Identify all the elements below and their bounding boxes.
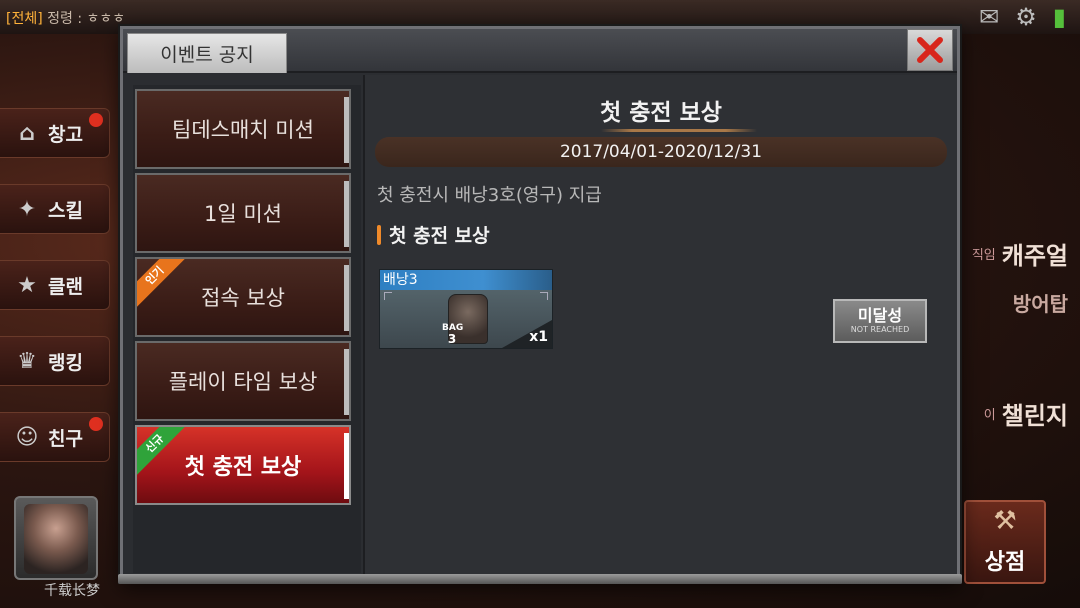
shop-button[interactable]: ⚒ 상점: [964, 500, 1046, 584]
mode-casual[interactable]: 직임 캐주얼: [960, 236, 1080, 271]
side-menu-warehouse[interactable]: ⌂ 창고: [0, 108, 110, 158]
rifle-icon: ⚒: [993, 506, 1017, 536]
tab-first-charge-reward[interactable]: 신규 첫 충전 보상: [135, 425, 351, 505]
new-ribbon: 신규: [137, 427, 190, 479]
tab-edge: [344, 265, 349, 331]
event-tab-list: 팀데스매치 미션 1일 미션 인기 접속 보상 플레이 타임 보상 신규 첫 충…: [133, 85, 361, 573]
warehouse-icon: ⌂: [19, 120, 35, 146]
section-heading: 첫 충전 보상: [377, 221, 490, 248]
card-corner: [384, 292, 392, 300]
section-heading-text: 첫 충전 보상: [389, 225, 490, 247]
tab-label: 접속 보상: [201, 286, 285, 310]
mode-challenge[interactable]: 이 챌린지: [960, 396, 1080, 431]
section-marker: [377, 224, 381, 245]
side-menu-ranking[interactable]: ♛ 랭킹: [0, 336, 110, 386]
clan-icon: ★: [17, 272, 37, 298]
mode-label: 캐주얼: [1001, 242, 1068, 270]
chat-line[interactable]: [전체] 정령 : ㅎㅎㅎ: [6, 8, 125, 28]
chat-channel-tag: [전체]: [6, 11, 43, 27]
mode-prefix: 직임: [971, 248, 996, 263]
side-menu-skill[interactable]: ✦ 스킬: [0, 184, 110, 234]
reward-item-name: 배낭3: [380, 270, 552, 290]
shop-label: 상점: [984, 550, 1026, 575]
tab-label: 1일 미션: [204, 202, 282, 226]
top-icons: ✉ ⚙ ▮: [979, 4, 1066, 30]
friend-icon: ☺: [15, 424, 39, 450]
modal-title: 이벤트 공지: [127, 33, 287, 73]
mode-prefix: 이: [983, 408, 996, 423]
tab-label: 첫 충전 보상: [184, 455, 302, 480]
tab-login-reward[interactable]: 인기 접속 보상: [135, 257, 351, 337]
not-reached-status-button[interactable]: 미달성 NOT REACHED: [833, 299, 927, 343]
side-menu-label: 창고: [48, 123, 83, 146]
content-title: 첫 충전 보상: [600, 100, 722, 126]
mode-defense-tower[interactable]: 방어탑: [960, 288, 1080, 317]
gear-icon[interactable]: ⚙: [1015, 4, 1037, 30]
side-menu-label: 클랜: [48, 275, 83, 298]
close-button[interactable]: [907, 29, 953, 71]
status-sub-label: NOT REACHED: [850, 325, 910, 334]
card-corner: [540, 292, 548, 300]
notification-dot: [89, 417, 103, 431]
mail-icon[interactable]: ✉: [979, 4, 999, 30]
tab-edge: [344, 349, 349, 415]
mode-label: 방어탑: [1012, 292, 1068, 316]
tab-edge: [344, 97, 349, 163]
bag-label: BAG 3: [442, 324, 463, 346]
close-icon: [917, 37, 943, 63]
signal-icon: ▮: [1052, 3, 1066, 31]
side-menu-friend[interactable]: ☺ 친구: [0, 412, 110, 462]
event-content-panel: 첫 충전 보상 2017/04/01-2020/12/31 첫 충전시 배낭3호…: [363, 75, 957, 579]
ranking-icon: ♛: [17, 348, 37, 374]
event-notice-modal: 이벤트 공지 팀데스매치 미션 1일 미션 인기 접속 보상 플레이 타임 보상…: [120, 26, 960, 582]
reward-quantity: x1: [529, 329, 548, 345]
skill-icon: ✦: [17, 196, 37, 222]
tab-edge: [344, 433, 349, 499]
tab-label: 플레이 타임 보상: [168, 370, 318, 394]
tab-label: 팀데스매치 미션: [172, 118, 314, 142]
modal-bottom-frame: [118, 574, 962, 584]
modal-header: 이벤트 공지: [123, 29, 957, 73]
avatar-image: [24, 504, 88, 574]
tab-team-deathmatch-mission[interactable]: 팀데스매치 미션: [135, 89, 351, 169]
side-menu-clan[interactable]: ★ 클랜: [0, 260, 110, 310]
player-name: 千载长梦: [44, 583, 100, 599]
side-menu-label: 친구: [48, 427, 83, 450]
title-underline: [601, 129, 757, 132]
side-menu-label: 스킬: [48, 199, 83, 222]
event-description: 첫 충전시 배낭3호(영구) 지급: [377, 185, 602, 206]
bag-label-num: 3: [447, 332, 457, 346]
mode-label: 챌린지: [1001, 402, 1068, 430]
tab-daily-mission[interactable]: 1일 미션: [135, 173, 351, 253]
player-avatar[interactable]: [14, 496, 98, 580]
side-menu-label: 랭킹: [48, 351, 83, 374]
status-main-label: 미달성: [857, 306, 903, 325]
tab-playtime-reward[interactable]: 플레이 타임 보상: [135, 341, 351, 421]
event-date-range: 2017/04/01-2020/12/31: [375, 137, 947, 167]
chat-message: 정령 : ㅎㅎㅎ: [47, 11, 126, 27]
tab-edge: [344, 181, 349, 247]
reward-item-card[interactable]: 배낭3 BAG 3 x1: [379, 269, 553, 349]
popular-ribbon: 인기: [137, 259, 190, 311]
notification-dot: [89, 113, 103, 127]
